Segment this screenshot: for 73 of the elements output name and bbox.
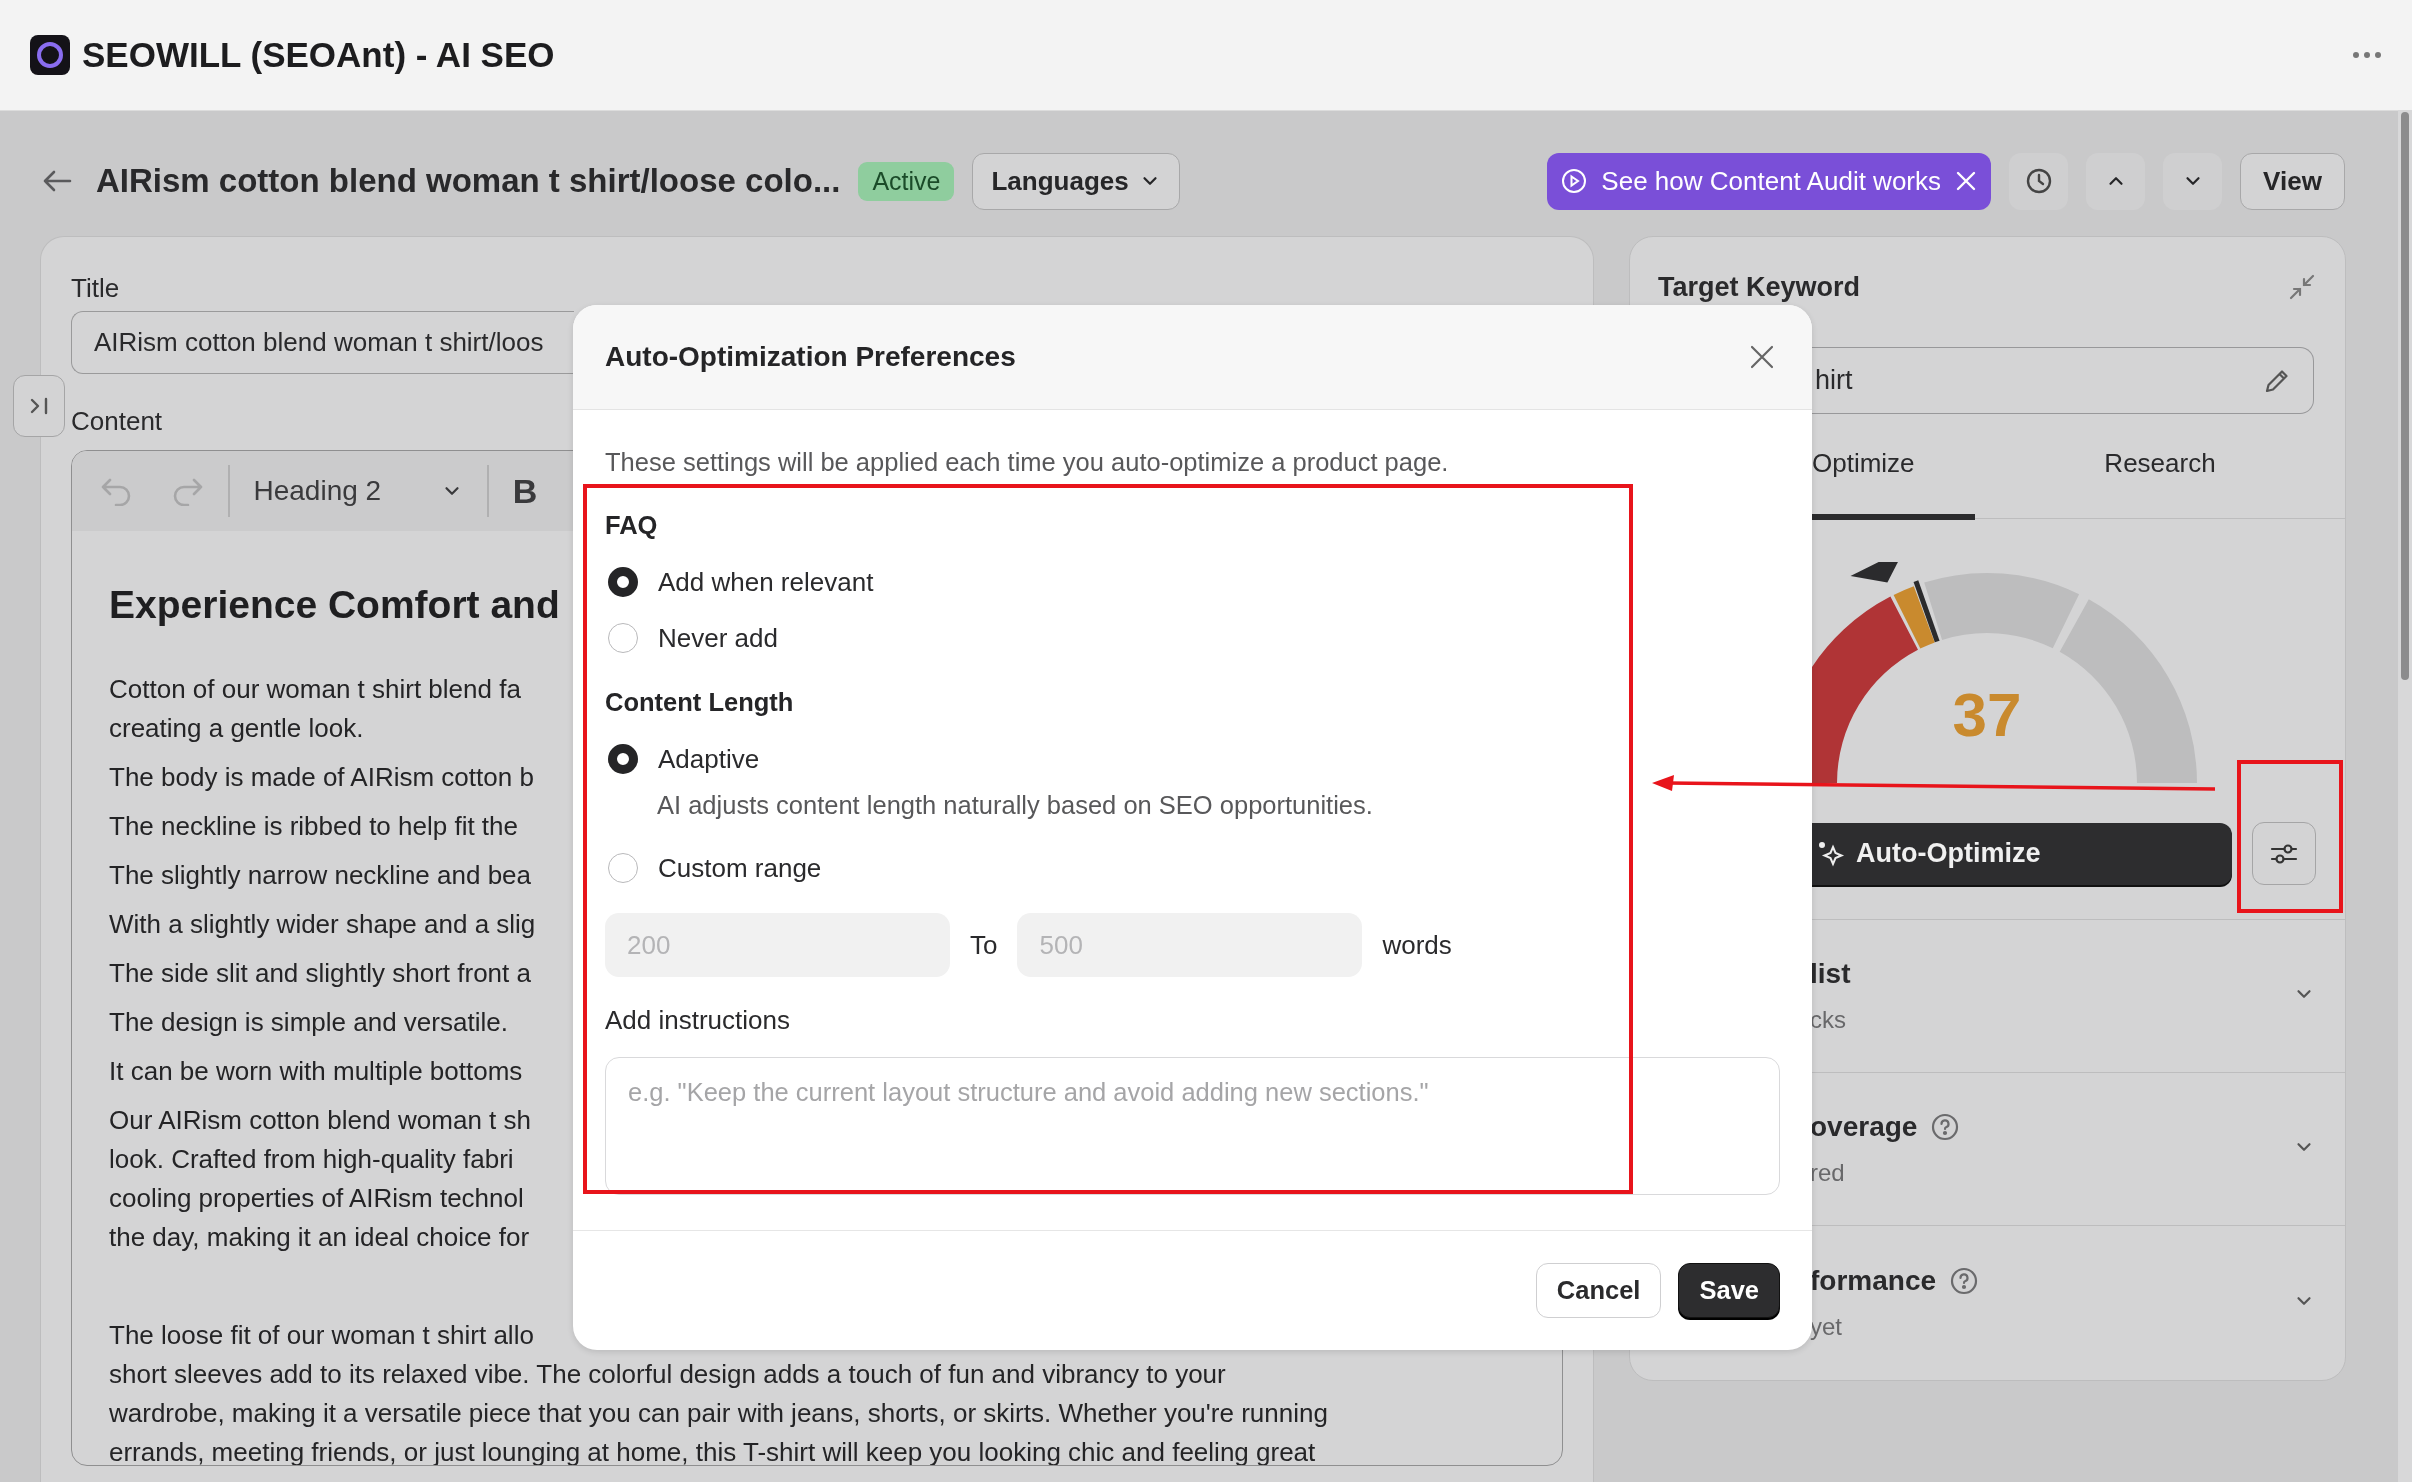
instructions-field[interactable]: e.g. "Keep the current layout structure and avoid adding new sections." xyxy=(605,1057,1780,1195)
option-hint: AI adjusts content length naturally based on SEO opportunities. xyxy=(656,790,1374,821)
section-title: formance xyxy=(1810,1264,1937,1297)
paragraph-line: Our AIRism cotton blend woman t sh xyxy=(109,1104,531,1137)
paragraph-line: The slightly narrow neckline and bea xyxy=(109,859,532,892)
section-subtitle: red xyxy=(1810,1159,1846,1187)
content-heading: Experience Comfort and xyxy=(109,582,560,628)
field-label: Add instructions xyxy=(605,1004,791,1037)
unit-label: words xyxy=(1382,929,1452,961)
section-title: overage xyxy=(1810,1111,1918,1143)
dialog-description: These settings will be applied each time you auto-optimize a product page. xyxy=(605,447,1450,478)
keyword-text: hirt xyxy=(1815,365,1853,396)
auto-optimize-button[interactable]: Auto-Optimize xyxy=(1812,822,2232,885)
cancel-button[interactable]: Cancel xyxy=(1535,1263,1662,1318)
radio-option[interactable]: Add when relevant xyxy=(605,554,874,610)
expand-sidebar-button[interactable] xyxy=(13,375,65,437)
guide-button[interactable]: See how Content Audit works xyxy=(1547,152,1991,210)
keyword-field[interactable]: hirt xyxy=(1812,347,2314,414)
paragraph-line: creating a gentle look. xyxy=(109,712,364,745)
paragraph-line: The neckline is ribbed to help fit the xyxy=(109,810,519,843)
paragraph-line: The design is simple and versatile. xyxy=(109,1006,508,1039)
range-separator: To xyxy=(970,929,998,961)
paragraph-line: The side slit and slightly short front a xyxy=(109,957,531,990)
field-label: Title xyxy=(71,272,121,305)
close-icon[interactable] xyxy=(1750,345,1774,369)
title-field[interactable]: AIRism cotton blend woman t shirt/loos xyxy=(71,311,574,374)
languages-dropdown[interactable]: Languages xyxy=(972,152,1180,210)
min-words-field[interactable]: 200 xyxy=(605,913,950,977)
section-subtitle: cks xyxy=(1810,1006,1847,1034)
group-heading: Content Length xyxy=(605,687,795,718)
block-style-dropdown[interactable]: Heading 2 xyxy=(253,475,464,507)
help-icon[interactable] xyxy=(1950,1266,1979,1295)
radio-button[interactable] xyxy=(608,744,638,774)
page-title: AIRism cotton blend woman t shirt/loose colo... xyxy=(96,162,841,200)
app-title: SEOWILL (SEOAnt) - AI SEO xyxy=(82,35,556,75)
radio-option[interactable]: Never add xyxy=(605,610,778,666)
section-title: list xyxy=(1810,958,1851,990)
field-label: Content xyxy=(71,405,164,438)
help-icon[interactable] xyxy=(1931,1113,1960,1141)
paragraph-line: look. Crafted from high-quality fabri xyxy=(109,1143,514,1176)
paragraph-line: The body is made of AIRism cotton b xyxy=(109,761,534,794)
save-button[interactable]: Save xyxy=(1678,1263,1780,1318)
paragraph-line: The loose fit of our woman t shirt allo xyxy=(109,1319,534,1352)
group-heading: FAQ xyxy=(605,510,659,541)
bold-button[interactable]: B xyxy=(512,471,538,511)
paragraph-line: wardrobe, making it a versatile piece that you can pair with jeans, shorts, or skirts. Whether you're running xyxy=(109,1397,1328,1430)
radio-button[interactable] xyxy=(608,623,638,653)
paragraph-line: cooling properties of AIRism technol xyxy=(109,1182,524,1215)
app-logo xyxy=(30,35,70,75)
radio-option[interactable]: Custom range xyxy=(605,840,822,896)
preferences-button[interactable] xyxy=(2252,822,2316,885)
score-value: 37 xyxy=(1951,679,2023,750)
section-subtitle: yet xyxy=(1810,1312,1843,1341)
history-button[interactable] xyxy=(2009,152,2068,210)
view-button[interactable]: View xyxy=(2240,152,2345,210)
paragraph-line: It can be worn with multiple bottoms xyxy=(109,1055,523,1088)
more-icon[interactable] xyxy=(2352,50,2382,60)
status-badge: Active xyxy=(858,161,955,201)
radio-option[interactable]: Adaptive xyxy=(605,731,760,787)
panel-tab[interactable]: Research xyxy=(1975,414,2345,520)
paragraph-line: short sleeves add to its relaxed vibe. The colorful design adds a touch of fun and vibrancy to your xyxy=(109,1358,1226,1391)
clock-icon xyxy=(2024,167,2053,195)
paragraph-line: With a slightly wider shape and a slig xyxy=(109,908,536,941)
panel-title: Target Keyword xyxy=(1658,271,1861,303)
paragraph-line: the day, making it an ideal choice for xyxy=(109,1221,530,1254)
paragraph-line: Cotton of our woman t shirt blend fa xyxy=(109,673,521,706)
back-arrow-icon[interactable] xyxy=(42,169,72,193)
max-words-field[interactable]: 500 xyxy=(1017,913,1363,977)
collapse-icon[interactable] xyxy=(2289,274,2315,300)
play-icon xyxy=(1561,168,1588,194)
radio-button[interactable] xyxy=(608,853,638,883)
dialog-title: Auto-Optimization Preferences xyxy=(605,341,1016,373)
radio-button[interactable] xyxy=(608,567,638,597)
